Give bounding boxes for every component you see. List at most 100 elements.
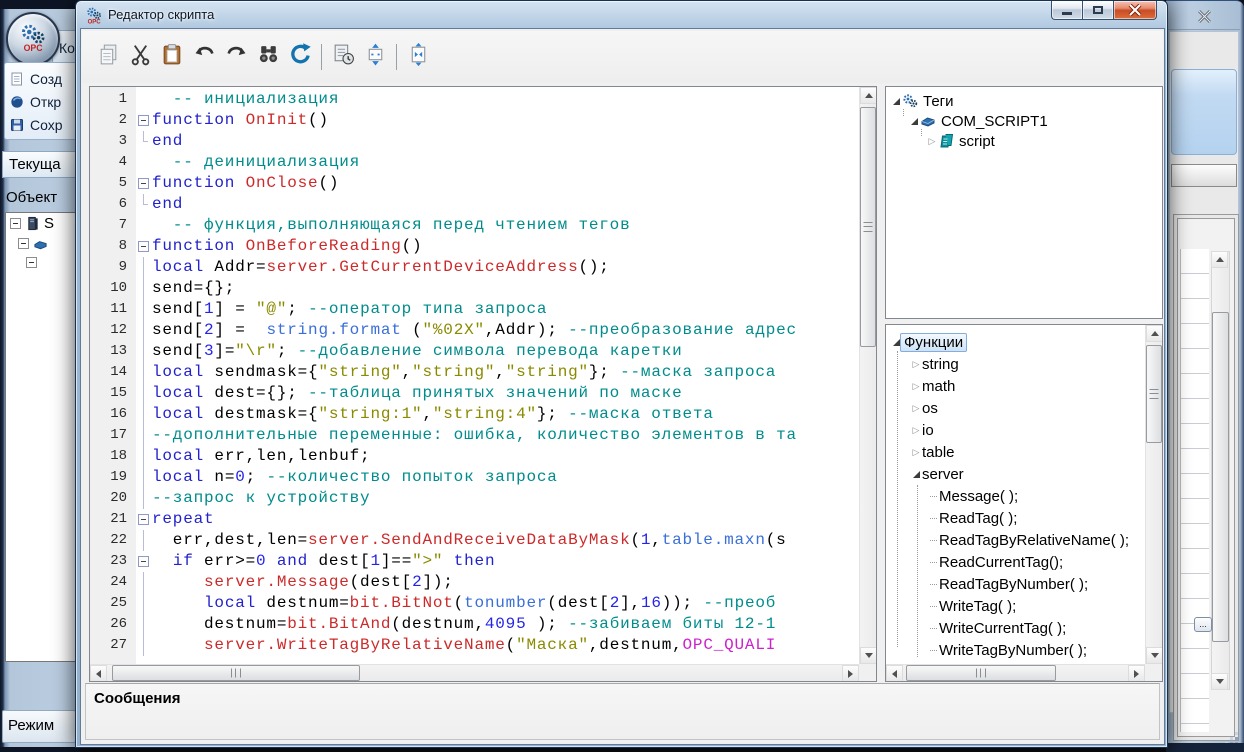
ribbon-tab-label[interactable]: Ко xyxy=(59,40,75,56)
fold-box-icon[interactable] xyxy=(136,110,152,131)
menu-item-save[interactable]: Сохр xyxy=(9,113,79,136)
tree-item-message[interactable]: Message( ); xyxy=(886,485,1162,507)
redo-button[interactable] xyxy=(220,40,252,74)
tree-item-script[interactable]: script xyxy=(886,131,1162,151)
tree-item-io[interactable]: io xyxy=(886,419,1162,441)
code-line[interactable]: 20--запрос к устройству xyxy=(90,488,859,509)
line-number[interactable]: 23 xyxy=(90,551,136,572)
tree-item-label[interactable]: Message( ); xyxy=(939,488,1018,505)
tree-item-label[interactable]: table xyxy=(922,444,955,461)
editor-hscrollbar[interactable] xyxy=(90,664,859,681)
menu-item-open-file[interactable]: Откр xyxy=(9,90,79,113)
line-number[interactable]: 8 xyxy=(90,236,136,257)
tree-item-label[interactable]: Функции xyxy=(900,333,967,352)
minimize-button[interactable] xyxy=(1051,1,1082,20)
tree-item-label[interactable]: server xyxy=(922,466,964,483)
line-number[interactable]: 21 xyxy=(90,509,136,530)
code-line[interactable]: 23 if err>=0 and dest[1]==">" then xyxy=(90,551,859,572)
collapse-box-icon[interactable] xyxy=(26,257,37,268)
tree-item-readtagbynumber[interactable]: ReadTagByNumber( ); xyxy=(886,573,1162,595)
code-line[interactable]: 8function OnBeforeReading() xyxy=(90,236,859,257)
code-line[interactable]: 15local dest={}; --таблица принятых знач… xyxy=(90,383,859,404)
tree-item-readcurrenttag[interactable]: ReadCurrentTag(); xyxy=(886,551,1162,573)
tags-tree[interactable]: ТегиCOM_SCRIPT1script xyxy=(886,87,1162,151)
line-number[interactable]: 26 xyxy=(90,614,136,635)
line-number[interactable]: 22 xyxy=(90,530,136,551)
expand-arrow-icon[interactable] xyxy=(910,403,922,414)
tree-item-com_script1[interactable]: COM_SCRIPT1 xyxy=(886,111,1162,131)
scroll-right-button[interactable] xyxy=(842,665,859,682)
tree-row-device[interactable] xyxy=(6,233,81,253)
background-scrollbar[interactable] xyxy=(1211,251,1230,690)
current-config-caption[interactable]: Текуща xyxy=(2,151,80,178)
code-line[interactable]: 27 server.WriteTagByRelativeName("Маска"… xyxy=(90,635,859,656)
paste-button[interactable] xyxy=(156,40,188,74)
collapse-arrow-icon[interactable] xyxy=(910,471,922,478)
line-number[interactable]: 19 xyxy=(90,467,136,488)
code-line[interactable]: 2function OnInit() xyxy=(90,110,859,131)
collapse-arrow-icon[interactable] xyxy=(890,98,902,105)
line-number[interactable]: 24 xyxy=(90,572,136,593)
code-line[interactable]: 9local Addr=server.GetCurrentDeviceAddre… xyxy=(90,257,859,278)
fit-vertical-button[interactable] xyxy=(359,40,391,74)
scrollbar-thumb[interactable] xyxy=(860,107,876,347)
scroll-left-button[interactable] xyxy=(886,665,903,682)
functions-panel[interactable]: Функцииstring math os io table server Message(… xyxy=(885,324,1163,682)
collapse-arrow-icon[interactable] xyxy=(908,118,920,125)
tree-item-label[interactable]: math xyxy=(922,378,955,395)
app-orb-button[interactable]: OPC xyxy=(6,12,60,66)
code-line[interactable]: 16local destmask={"string:1","string:4"}… xyxy=(90,404,859,425)
titlebar[interactable]: OPC Редактор скрипта xyxy=(76,1,1167,29)
scroll-right-button[interactable] xyxy=(1128,665,1145,682)
scrollbar-thumb[interactable] xyxy=(906,665,1056,681)
line-number[interactable]: 6 xyxy=(90,194,136,215)
line-number[interactable]: 27 xyxy=(90,635,136,656)
tree-item-writetag[interactable]: WriteTag( ); xyxy=(886,595,1162,617)
line-number[interactable]: 12 xyxy=(90,320,136,341)
tree-item-label[interactable]: script xyxy=(959,133,995,150)
tree-item-label[interactable]: io xyxy=(922,422,934,439)
code-line[interactable]: 10send={}; xyxy=(90,278,859,299)
tree-item-теги[interactable]: Теги xyxy=(886,91,1162,111)
tree-item-label[interactable]: WriteTagByNumber( ); xyxy=(939,642,1087,659)
code-line[interactable]: 22 err,dest,len=server.SendAndReceiveDat… xyxy=(90,530,859,551)
code-line[interactable]: 21repeat xyxy=(90,509,859,530)
line-number[interactable]: 13 xyxy=(90,341,136,362)
code-lines[interactable]: 1 -- инициализация2function OnInit()3end… xyxy=(90,87,859,664)
tree-item-label[interactable]: os xyxy=(922,400,938,417)
copy-button[interactable] xyxy=(92,40,124,74)
scroll-down-button[interactable] xyxy=(1211,673,1228,690)
scroll-up-button[interactable] xyxy=(1146,325,1163,342)
expand-arrow-icon[interactable] xyxy=(910,359,922,370)
scrollbar-thumb[interactable] xyxy=(1212,312,1229,642)
collapse-box-icon[interactable] xyxy=(10,218,21,229)
tree-item-функции[interactable]: Функции xyxy=(886,331,1162,353)
undo-button[interactable] xyxy=(188,40,220,74)
code-line[interactable]: 11send[1] = "@"; --оператор типа запроса xyxy=(90,299,859,320)
tags-panel[interactable]: ТегиCOM_SCRIPT1script xyxy=(885,86,1163,319)
line-number[interactable]: 7 xyxy=(90,215,136,236)
line-number[interactable]: 20 xyxy=(90,488,136,509)
tree-item-label[interactable]: ReadCurrentTag(); xyxy=(939,554,1063,571)
code-line[interactable]: 13send[3]="\r"; --добавление символа пер… xyxy=(90,341,859,362)
code-line[interactable]: 3end xyxy=(90,131,859,152)
tree-item-writetagbynumber[interactable]: WriteTagByNumber( ); xyxy=(886,639,1162,661)
editor-vscrollbar[interactable] xyxy=(859,87,876,664)
fold-box-icon[interactable] xyxy=(136,551,152,572)
code-line[interactable]: 4 -- деинициализация xyxy=(90,152,859,173)
tree-item-table[interactable]: table xyxy=(886,441,1162,463)
fold-box-icon[interactable] xyxy=(136,509,152,530)
line-number[interactable]: 11 xyxy=(90,299,136,320)
tree-item-label[interactable]: WriteCurrentTag( ); xyxy=(939,620,1066,637)
code-line[interactable]: 17--дополнительные переменные: ошибка, к… xyxy=(90,425,859,446)
expand-arrow-icon[interactable] xyxy=(910,425,922,436)
check-script-button[interactable] xyxy=(327,40,359,74)
background-button[interactable] xyxy=(1171,164,1237,187)
code-line[interactable]: 14local sendmask={"string","string","str… xyxy=(90,362,859,383)
tree-item-label[interactable]: Теги xyxy=(923,93,954,110)
tree-item-string[interactable]: string xyxy=(886,353,1162,375)
find-button[interactable] xyxy=(252,40,284,74)
code-editor[interactable]: 1 -- инициализация2function OnInit()3end… xyxy=(89,86,877,682)
code-line[interactable]: 25 local destnum=bit.BitNot(tonumber(des… xyxy=(90,593,859,614)
tree-item-label[interactable]: ReadTagByNumber( ); xyxy=(939,576,1088,593)
